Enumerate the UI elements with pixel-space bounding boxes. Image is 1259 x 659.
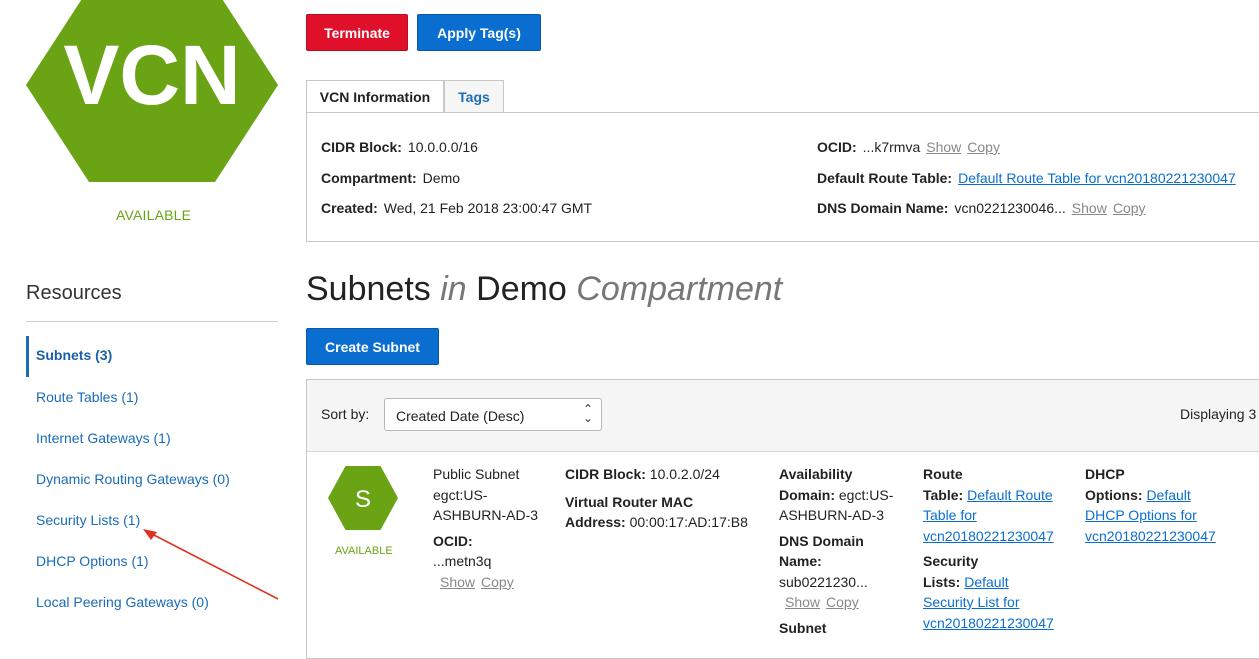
page-title-in: in bbox=[440, 270, 467, 308]
subnet-ocid-label: OCID: bbox=[433, 532, 473, 549]
page-title-main: Subnets bbox=[306, 270, 431, 308]
route-link-3[interactable]: vcn20180221230047 bbox=[923, 528, 1054, 544]
subnet-cidr-value: 10.0.2.0/24 bbox=[649, 466, 720, 482]
select-arrows-icon: ⌃ ⌄ bbox=[582, 402, 593, 425]
cidr-label: CIDR Block: bbox=[321, 139, 402, 155]
displaying-count: Displaying 3 bbox=[1180, 406, 1257, 422]
apply-tags-button[interactable]: Apply Tag(s) bbox=[417, 14, 541, 51]
dns-domain-value: vcn0221230046... bbox=[954, 200, 1066, 216]
ocid-show-link[interactable]: Show bbox=[926, 139, 961, 155]
ad-label: Availability bbox=[779, 466, 853, 482]
created-label: Created: bbox=[321, 200, 378, 216]
tab-vcn-information[interactable]: VCN Information bbox=[306, 80, 444, 112]
resource-link-drg[interactable]: Dynamic Routing Gateways (0) bbox=[36, 471, 230, 487]
dns-value: sub0221230... bbox=[779, 573, 868, 590]
route-table-label: Default Route Table: bbox=[817, 170, 953, 186]
vr-mac-label: Virtual Router MAC bbox=[565, 493, 694, 510]
resource-link-route-tables[interactable]: Route Tables (1) bbox=[36, 389, 138, 405]
subnet-ocid-show[interactable]: Show bbox=[440, 574, 475, 590]
ocid-copy-link[interactable]: Copy bbox=[967, 139, 1000, 155]
security-label-2: Lists: bbox=[923, 573, 961, 590]
route-table-row: Default Route Table: Default Route Table … bbox=[817, 170, 1236, 186]
subnet-hexagon-icon: S bbox=[328, 466, 398, 530]
route-link-2[interactable]: Table for bbox=[923, 507, 977, 523]
subnet-dhcp-col: DHCP Options: Default DHCP Options for v… bbox=[1085, 464, 1216, 546]
ocid-row: OCID: ...k7rmva Show Copy bbox=[817, 139, 1000, 155]
subnet-status: AVAILABLE bbox=[335, 545, 393, 557]
security-link[interactable]: Default bbox=[964, 574, 1008, 590]
created-row: Created: Wed, 21 Feb 2018 23:00:47 GMT bbox=[321, 200, 592, 216]
subnet-ocid-value: ...metn3q bbox=[433, 553, 492, 569]
active-indicator bbox=[26, 336, 29, 377]
vr-mac-label-2: Address: bbox=[565, 514, 626, 530]
security-link-2[interactable]: Security List for bbox=[923, 594, 1019, 610]
cidr-block-row: CIDR Block: 10.0.0.0/16 bbox=[321, 139, 478, 155]
terminate-button[interactable]: Terminate bbox=[306, 14, 408, 51]
ad-label-2: Domain: bbox=[779, 486, 835, 503]
route-label: Route bbox=[923, 466, 963, 482]
subnet-name-col: Public Subnet egct:US- ASHBURN-AD-3 OCID… bbox=[433, 464, 538, 592]
subnet-name-ad: egct:US- bbox=[433, 486, 488, 503]
ad-value: egct:US- bbox=[838, 486, 894, 503]
subnet-cidr-col: CIDR Block: 10.0.2.0/24 Virtual Router M… bbox=[565, 464, 748, 533]
resource-link-dhcp-options[interactable]: DHCP Options (1) bbox=[36, 553, 149, 569]
resource-link-internet-gateways[interactable]: Internet Gateways (1) bbox=[36, 430, 171, 446]
vcn-icon-label: VCN bbox=[63, 28, 240, 122]
ocid-value: ...k7rmva bbox=[862, 139, 921, 155]
page-title-compartment: Demo bbox=[476, 270, 567, 308]
subnet-name[interactable]: Public Subnet bbox=[433, 464, 538, 485]
tab-tags[interactable]: Tags bbox=[444, 80, 504, 112]
security-label: Security bbox=[923, 553, 979, 569]
ad-value-2: ASHBURN-AD-3 bbox=[779, 507, 885, 523]
route-link[interactable]: Default Route bbox=[967, 487, 1053, 503]
dhcp-link-3[interactable]: vcn20180221230047 bbox=[1085, 528, 1216, 544]
page-title-suffix: Compartment bbox=[576, 270, 783, 308]
vr-mac-value: 00:00:17:AD:17:B8 bbox=[629, 514, 748, 530]
dns-label: DNS Domain bbox=[779, 532, 864, 549]
compartment-value: Demo bbox=[422, 170, 461, 186]
dns-show[interactable]: Show bbox=[785, 594, 820, 610]
compartment-label: Compartment: bbox=[321, 170, 417, 186]
security-link-3[interactable]: vcn20180221230047 bbox=[923, 615, 1054, 631]
dns-domain-row: DNS Domain Name: vcn0221230046... Show Copy bbox=[817, 200, 1146, 216]
dhcp-label-2: Options: bbox=[1085, 486, 1143, 503]
create-subnet-button[interactable]: Create Subnet bbox=[306, 328, 439, 365]
resources-divider bbox=[26, 321, 278, 322]
subnet-access-label: Subnet bbox=[779, 619, 827, 636]
vcn-status: AVAILABLE bbox=[116, 207, 192, 223]
subnet-cidr-label: CIDR Block: bbox=[565, 466, 646, 482]
subnet-name-ad-2: ASHBURN-AD-3 bbox=[433, 507, 539, 523]
cidr-value: 10.0.0.0/16 bbox=[407, 139, 478, 155]
created-value: Wed, 21 Feb 2018 23:00:47 GMT bbox=[383, 200, 593, 216]
annotation-arrow-icon bbox=[143, 529, 279, 600]
route-label-2: Table: bbox=[923, 486, 964, 503]
vcn-hexagon-icon: VCN bbox=[26, 0, 278, 182]
dns-domain-label: DNS Domain Name: bbox=[817, 200, 949, 216]
sort-selected-value: Created Date (Desc) bbox=[396, 408, 525, 424]
ocid-label: OCID: bbox=[817, 139, 857, 155]
resources-title: Resources bbox=[26, 282, 122, 304]
sort-label: Sort by: bbox=[321, 406, 370, 422]
dns-copy-link[interactable]: Copy bbox=[1113, 200, 1146, 216]
subnet-ad-col: Availability Domain: egct:US- ASHBURN-AD… bbox=[779, 464, 893, 638]
route-table-link[interactable]: Default Route Table for vcn2018022123004… bbox=[958, 170, 1236, 186]
subnet-ocid-copy[interactable]: Copy bbox=[481, 574, 514, 590]
page-title: Subnets in Demo Compartment bbox=[306, 270, 782, 309]
resource-link-subnets[interactable]: Subnets (3) bbox=[36, 347, 112, 363]
dhcp-link[interactable]: Default bbox=[1146, 487, 1190, 503]
compartment-row: Compartment: Demo bbox=[321, 170, 460, 186]
dns-label-2: Name: bbox=[779, 553, 822, 569]
subnet-icon-letter: S bbox=[355, 486, 371, 513]
dns-show-link[interactable]: Show bbox=[1072, 200, 1107, 216]
dns-copy[interactable]: Copy bbox=[826, 594, 859, 610]
dhcp-link-2[interactable]: DHCP Options for bbox=[1085, 507, 1197, 523]
subnet-route-col: Route Table: Default Route Table for vcn… bbox=[923, 464, 1054, 633]
resource-link-security-lists[interactable]: Security Lists (1) bbox=[36, 512, 140, 528]
sort-select[interactable]: Created Date (Desc) ⌃ ⌄ bbox=[384, 398, 602, 431]
dhcp-label: DHCP bbox=[1085, 466, 1125, 482]
